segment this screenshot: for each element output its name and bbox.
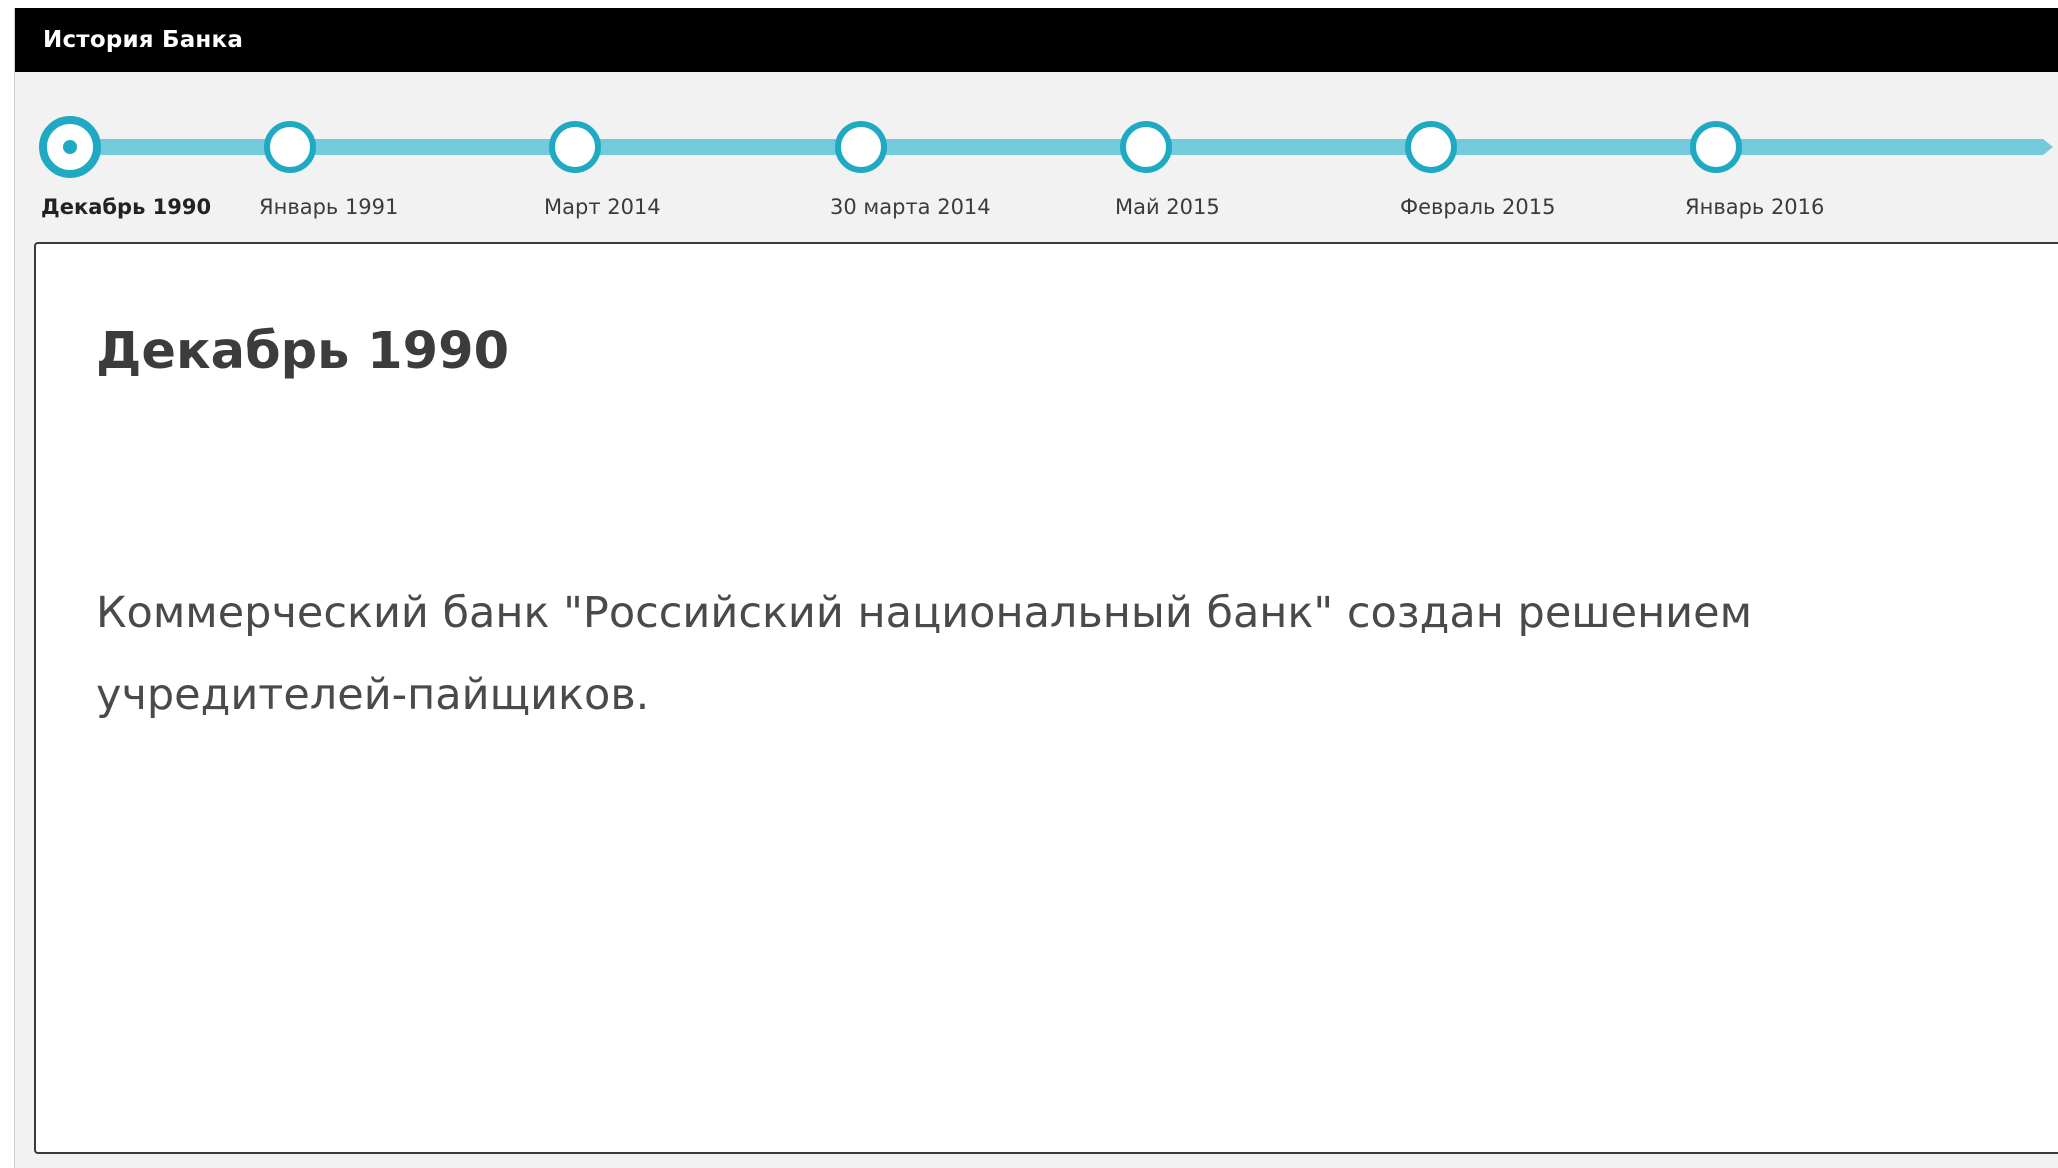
- timeline-node-dec-1990[interactable]: [39, 116, 101, 178]
- timeline-label-dec-1990[interactable]: Декабрь 1990: [41, 193, 211, 221]
- event-description: Коммерческий банк "Российский национальн…: [96, 588, 1753, 720]
- event-details-panel: Декабрь 1990 Коммерческий банк "Российск…: [34, 242, 2058, 1154]
- timeline-node-may-2015[interactable]: [1120, 121, 1172, 173]
- timeline-node-30-mar-2014[interactable]: [835, 121, 887, 173]
- timeline-node-mar-2014[interactable]: [549, 121, 601, 173]
- event-title: Декабрь 1990: [96, 322, 510, 381]
- timeline-label-jan-1991[interactable]: Январь 1991: [259, 193, 398, 221]
- timeline: Декабрь 1990 Январь 1991 Март 2014 30 ма…: [15, 72, 2058, 250]
- timeline-arrow-icon: [2043, 139, 2053, 155]
- timeline-node-jan-1991[interactable]: [264, 121, 316, 173]
- screen: История Банка Декабрь 1990 Январь 1991 М…: [0, 0, 2058, 1168]
- timeline-label-feb-2015[interactable]: Февраль 2015: [1400, 193, 1556, 221]
- timeline-label-mar-2014[interactable]: Март 2014: [544, 193, 661, 221]
- timeline-node-feb-2015[interactable]: [1405, 121, 1457, 173]
- timeline-label-may-2015[interactable]: Май 2015: [1115, 193, 1220, 221]
- bank-history-window: История Банка Декабрь 1990 Январь 1991 М…: [14, 8, 2058, 1168]
- timeline-track: [77, 139, 2043, 155]
- timeline-label-jan-2016[interactable]: Январь 2016: [1685, 193, 1824, 221]
- timeline-node-jan-2016[interactable]: [1690, 121, 1742, 173]
- title-bar: История Банка: [15, 8, 2058, 72]
- window-title: История Банка: [43, 27, 244, 53]
- timeline-label-30-mar-2014[interactable]: 30 марта 2014: [830, 193, 991, 221]
